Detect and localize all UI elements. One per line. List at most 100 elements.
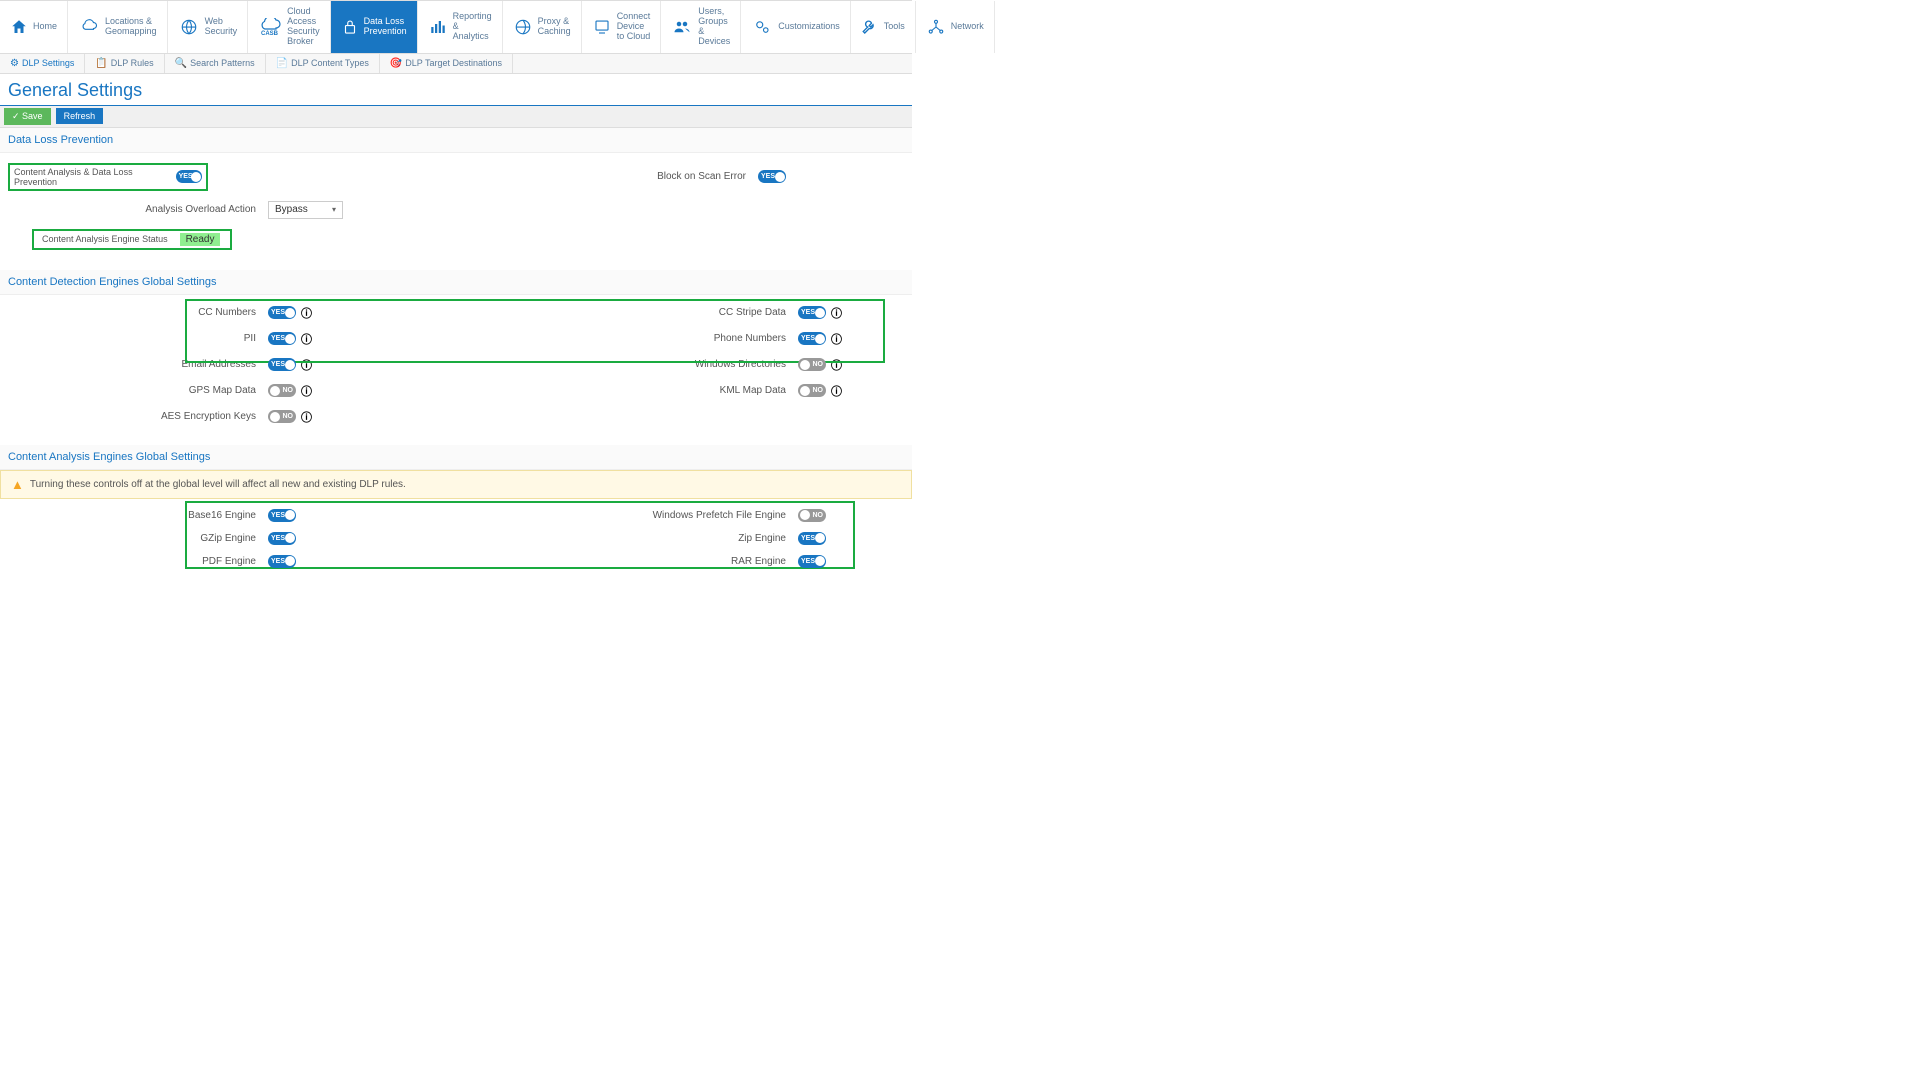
toggle-windows-prefetch-file-engine[interactable]: NO — [798, 509, 826, 522]
label-engine-status: Content Analysis Engine Status — [38, 234, 180, 244]
toggle-text: YES — [271, 558, 285, 565]
nav-tools[interactable]: Tools — [851, 1, 916, 53]
setting-label: GZip Engine — [8, 533, 268, 544]
select-overload-action[interactable]: Bypass ▾ — [268, 201, 343, 219]
section-dlp-body: Content Analysis & Data Loss Prevention … — [0, 153, 912, 270]
nav-label: Data Loss Prevention — [364, 17, 407, 37]
toggle-text: YES — [271, 535, 285, 542]
warning-text: Turning these controls off at the global… — [30, 479, 406, 490]
nav-reporting[interactable]: Reporting & Analytics — [418, 1, 503, 53]
toggle-cc-numbers[interactable]: YES — [268, 306, 296, 319]
refresh-button[interactable]: Refresh — [56, 108, 104, 124]
toggle-gzip-engine[interactable]: YES — [268, 532, 296, 545]
toggle-gps-map-data[interactable]: NO — [268, 384, 296, 397]
toggle-cc-stripe-data[interactable]: YES — [798, 306, 826, 319]
toggle-zip-engine[interactable]: YES — [798, 532, 826, 545]
nav-label: Web Security — [205, 17, 238, 37]
setting-row: PDF EngineYESRAR EngineYES — [8, 555, 904, 568]
gears-icon — [751, 18, 773, 36]
subnav-search-patterns[interactable]: 🔍Search Patterns — [165, 54, 266, 73]
label-block-scan-error: Block on Scan Error — [468, 171, 758, 182]
toggle-email-addresses[interactable]: YES — [268, 358, 296, 371]
setting-label: KML Map Data — [468, 385, 798, 396]
users-icon — [671, 18, 693, 36]
info-icon[interactable]: ⓘ — [301, 357, 312, 373]
info-icon[interactable]: ⓘ — [301, 383, 312, 399]
file-icon: 📄 — [276, 58, 288, 69]
toggle-pii[interactable]: YES — [268, 332, 296, 345]
toggle-rar-engine[interactable]: YES — [798, 555, 826, 568]
toggle-content-analysis[interactable]: YES — [176, 170, 202, 183]
subnav-content-types[interactable]: 📄DLP Content Types — [266, 54, 380, 73]
toggle-text: NO — [283, 387, 294, 394]
toggle-text: YES — [801, 335, 815, 342]
info-icon[interactable]: ⓘ — [301, 305, 312, 321]
nav-dlp[interactable]: Data Loss Prevention — [331, 1, 418, 53]
toggle-text: NO — [813, 361, 824, 368]
toggle-windows-directories[interactable]: NO — [798, 358, 826, 371]
info-icon[interactable]: ⓘ — [301, 409, 312, 425]
setting-row: AES Encryption Keys NO ⓘ — [8, 409, 904, 425]
nav-web-security[interactable]: Web Security — [168, 1, 249, 53]
toggle-pdf-engine[interactable]: YES — [268, 555, 296, 568]
highlight-content-analysis: Content Analysis & Data Loss Prevention … — [8, 163, 208, 191]
nav-label: Cloud Access Security Broker — [287, 7, 320, 47]
toggle-base16-engine[interactable]: YES — [268, 509, 296, 522]
toggle-text: YES — [271, 335, 285, 342]
globe-icon — [513, 18, 533, 36]
info-icon[interactable]: ⓘ — [831, 357, 842, 373]
nav-label: Network — [951, 22, 984, 32]
highlight-engine-status: Content Analysis Engine Status Ready — [32, 229, 232, 250]
label-content-analysis: Content Analysis & Data Loss Prevention — [14, 167, 176, 187]
chart-icon — [428, 18, 448, 36]
toggle-text: YES — [271, 309, 285, 316]
setting-label: Phone Numbers — [468, 333, 798, 344]
setting-label: GPS Map Data — [8, 385, 268, 396]
sub-nav: ⚙DLP Settings 📋DLP Rules 🔍Search Pattern… — [0, 54, 912, 74]
setting-row: Base16 EngineYESWindows Prefetch File En… — [8, 509, 904, 522]
label-overload-action: Analysis Overload Action — [8, 204, 268, 215]
gear-small-icon: ⚙ — [10, 58, 19, 69]
subnav-destinations[interactable]: 🎯DLP Target Destinations — [380, 54, 513, 73]
target-icon: 🎯 — [390, 58, 402, 69]
toggle-block-scan-error[interactable]: YES — [758, 170, 786, 183]
nav-customizations[interactable]: Customizations — [741, 1, 851, 53]
nav-casb[interactable]: CASB Cloud Access Security Broker — [248, 1, 331, 53]
toggle-text: NO — [813, 387, 824, 394]
nav-proxy[interactable]: Proxy & Caching — [503, 1, 582, 53]
toggle-aes-encryption-keys[interactable]: NO — [268, 410, 296, 423]
nav-connect[interactable]: Connect Device to Cloud — [582, 1, 662, 53]
subnav-dlp-settings[interactable]: ⚙DLP Settings — [0, 54, 85, 73]
svg-text:CASB: CASB — [261, 31, 279, 36]
nav-label: Users, Groups & Devices — [698, 7, 730, 47]
nav-label: Connect Device to Cloud — [617, 12, 651, 42]
subnav-label: DLP Content Types — [291, 58, 369, 68]
toggle-kml-map-data[interactable]: NO — [798, 384, 826, 397]
section-analysis-header: Content Analysis Engines Global Settings — [0, 445, 912, 470]
nav-label: Locations & Geomapping — [105, 17, 157, 37]
nav-home[interactable]: Home — [0, 1, 68, 53]
nav-label: Proxy & Caching — [538, 17, 571, 37]
nav-network[interactable]: Network — [916, 1, 995, 53]
info-icon[interactable]: ⓘ — [831, 383, 842, 399]
warning-bar: ▲ Turning these controls off at the glob… — [0, 470, 912, 499]
save-button[interactable]: ✓ Save — [4, 108, 51, 125]
setting-label: AES Encryption Keys — [8, 411, 268, 422]
nav-label: Tools — [884, 22, 905, 32]
setting-row: GPS Map Data NO ⓘ KML Map Data NO ⓘ — [8, 383, 904, 399]
setting-row: Email AddressesYESⓘWindows DirectoriesNO… — [8, 357, 904, 373]
setting-label: Base16 Engine — [8, 510, 268, 521]
toggle-text: YES — [801, 535, 815, 542]
setting-label: Email Addresses — [8, 359, 268, 370]
subnav-dlp-rules[interactable]: 📋DLP Rules — [85, 54, 164, 73]
info-icon[interactable]: ⓘ — [831, 331, 842, 347]
info-icon[interactable]: ⓘ — [831, 305, 842, 321]
nav-users[interactable]: Users, Groups & Devices — [661, 1, 741, 53]
home-icon — [10, 18, 28, 36]
toggle-phone-numbers[interactable]: YES — [798, 332, 826, 345]
toggle-text: NO — [283, 413, 294, 420]
nav-locations[interactable]: Locations & Geomapping — [68, 1, 168, 53]
setting-row: PIIYESⓘPhone NumbersYESⓘ — [8, 331, 904, 347]
chevron-down-icon: ▾ — [332, 205, 336, 214]
info-icon[interactable]: ⓘ — [301, 331, 312, 347]
